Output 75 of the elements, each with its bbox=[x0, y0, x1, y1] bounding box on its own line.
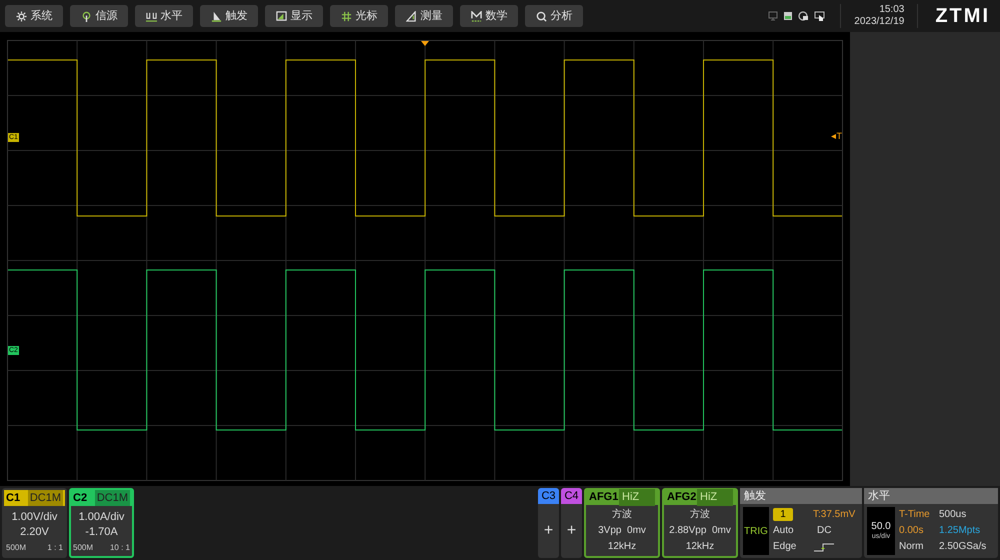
generator-name: AFG1 bbox=[589, 490, 618, 506]
search-icon bbox=[536, 10, 546, 22]
menu-button[interactable]: 系统 bbox=[5, 5, 63, 27]
offset-value: -1.70A bbox=[85, 525, 118, 540]
trigger-coupling: DC bbox=[816, 524, 832, 538]
channel-card[interactable]: C1 DC1M 1.00V/div 2.20V 500M 1 : 1 bbox=[2, 488, 67, 558]
offset-value: 2.20V bbox=[20, 525, 49, 540]
trigger-type: Edge bbox=[773, 540, 798, 554]
math-icon bbox=[470, 10, 482, 22]
monitor-icon[interactable] bbox=[768, 11, 778, 21]
trigger-level: T:37.5mV bbox=[813, 508, 856, 522]
menu-button[interactable]: 水平 bbox=[135, 5, 193, 27]
sample-rate: 2.50GSa/s bbox=[939, 540, 988, 554]
trigger-level-marker: T bbox=[836, 131, 842, 141]
amplitude-offset: 2.88Vpp 0mv bbox=[669, 524, 731, 538]
generator-card[interactable]: AFG1 HiZ 方波 3Vpp 0mv 12kHz bbox=[584, 488, 660, 558]
horizontal-position: 0.00s bbox=[899, 524, 924, 538]
brand-logo: ZTMI bbox=[934, 4, 991, 29]
impedance-label: HiZ bbox=[619, 489, 655, 506]
volts-per-div: 1.00V/div bbox=[12, 510, 58, 525]
trigger-status: TRIG bbox=[743, 507, 769, 555]
display-icon bbox=[276, 10, 286, 22]
add-channel-button[interactable]: + bbox=[561, 504, 582, 558]
panel-title: 触发 bbox=[740, 488, 862, 504]
amplitude-offset: 3Vpp 0mv bbox=[598, 524, 646, 538]
generator-name: AFG2 bbox=[667, 490, 696, 506]
square-wave-icon bbox=[146, 10, 156, 22]
sweep-mode: Auto bbox=[773, 524, 795, 538]
coupling-label: DC1M bbox=[28, 490, 63, 506]
waveform-type: 方波 bbox=[690, 508, 710, 522]
impedance-label: HiZ bbox=[697, 489, 733, 506]
frequency-value: 12kHz bbox=[686, 540, 714, 554]
rising-edge-icon bbox=[813, 542, 835, 552]
field-label: T-Time bbox=[899, 508, 931, 522]
generator-card[interactable]: AFG2 HiZ 方波 2.88Vpp 0mv 12kHz bbox=[662, 488, 738, 558]
memory-depth: 1.25Mpts bbox=[939, 524, 982, 538]
panel-title: 水平 bbox=[864, 488, 998, 504]
frequency-value: 12kHz bbox=[608, 540, 636, 554]
menu-button[interactable]: 信源 bbox=[70, 5, 128, 27]
network-icon[interactable] bbox=[798, 11, 810, 21]
menu-button[interactable]: 显示 bbox=[265, 5, 323, 27]
time-value: 500us bbox=[939, 508, 968, 522]
coupling-label: DC1M bbox=[94, 490, 130, 506]
channel-name: C4 bbox=[561, 488, 582, 504]
probe-ratio: 1 : 1 bbox=[47, 542, 63, 554]
menu-button[interactable]: 光标 bbox=[330, 5, 388, 27]
trigger-source[interactable]: 1 bbox=[773, 508, 793, 521]
trigger-position-icon bbox=[421, 41, 429, 46]
arrow-left-icon bbox=[830, 134, 836, 138]
clock-date: 2023/12/19 bbox=[854, 16, 904, 28]
menu-button[interactable]: 数学 bbox=[460, 5, 518, 27]
channel-name: C2 bbox=[73, 490, 88, 506]
add-channel-button[interactable]: + bbox=[538, 504, 559, 558]
triangle-ruler-icon bbox=[406, 10, 416, 22]
trigger-panel[interactable]: 触发 TRIG 1 T:37.5mV Auto DC Edge bbox=[740, 488, 862, 558]
touch-icon[interactable] bbox=[814, 11, 826, 21]
settings-icon bbox=[16, 10, 26, 22]
channel-card[interactable]: C2 DC1M 1.00A/div -1.70A 500M 10 : 1 bbox=[69, 488, 134, 558]
menu-button[interactable]: 触发 bbox=[200, 5, 258, 27]
probe-ratio: 10 : 1 bbox=[110, 542, 130, 554]
channel-name: C3 bbox=[538, 488, 559, 504]
storage-icon[interactable] bbox=[783, 11, 794, 21]
clock-time: 15:03 bbox=[879, 4, 904, 16]
antenna-icon bbox=[80, 10, 92, 22]
trigger-edge-icon bbox=[210, 10, 222, 22]
grid-icon bbox=[340, 10, 352, 22]
time-scale: 50.0 bbox=[871, 521, 891, 532]
volts-per-div: 1.00A/div bbox=[78, 510, 124, 525]
channel-name: C1 bbox=[6, 490, 20, 506]
menu-button[interactable]: 分析 bbox=[525, 5, 583, 27]
menu-button[interactable]: 测量 bbox=[395, 5, 453, 27]
bandwidth-label: 500M bbox=[73, 542, 94, 554]
acquire-mode: Norm bbox=[899, 540, 924, 554]
bandwidth-label: 500M bbox=[6, 542, 26, 554]
waveform-type: 方波 bbox=[612, 508, 632, 522]
